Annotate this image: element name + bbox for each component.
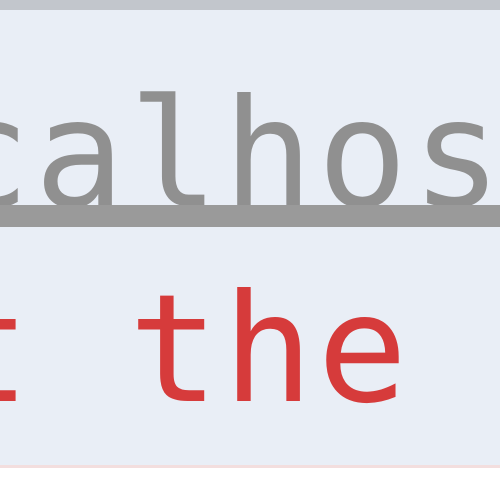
link-underline [0,205,500,227]
console-panel: calhost t the m [0,10,500,465]
error-message-text: t the m [0,263,412,437]
top-border [0,0,500,10]
zoomed-viewport: calhost t the m [0,0,500,500]
bottom-border [0,465,500,500]
